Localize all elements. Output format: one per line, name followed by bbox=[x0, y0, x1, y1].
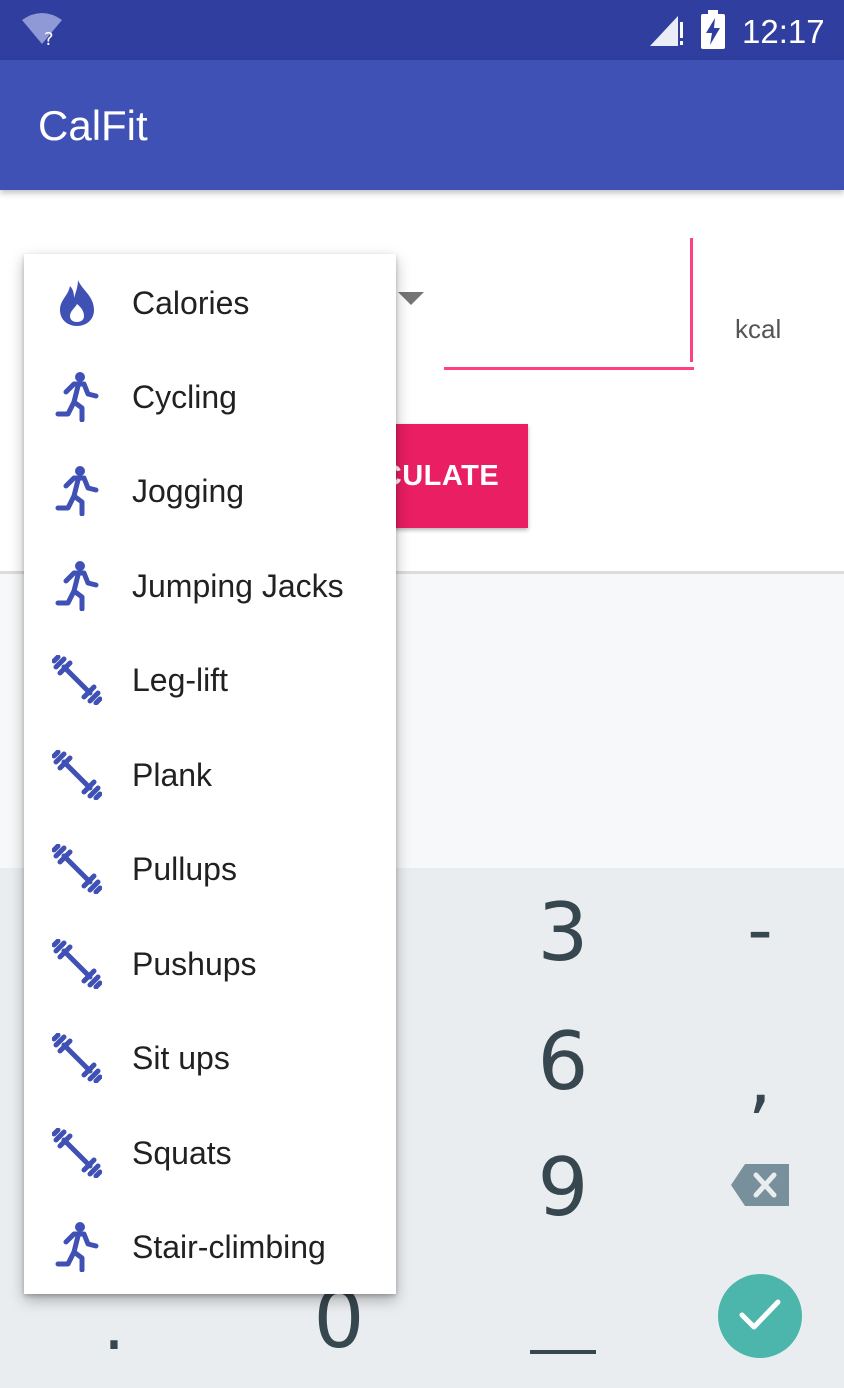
flame-icon bbox=[52, 278, 102, 328]
run-icon bbox=[52, 561, 102, 612]
app-title: CalFit bbox=[38, 102, 148, 149]
dropdown-item-plank[interactable]: Plank bbox=[24, 728, 396, 822]
dumbbell-icon bbox=[51, 1127, 103, 1179]
signal-icon bbox=[648, 14, 684, 53]
battery-charging-icon bbox=[700, 10, 726, 55]
status-time: 12:17 bbox=[742, 13, 825, 50]
dropdown-item-calories[interactable]: Calories bbox=[24, 256, 396, 350]
dropdown-item-label: Pullups bbox=[132, 851, 237, 887]
dumbbell-icon bbox=[51, 843, 103, 895]
calorie-input-underline[interactable] bbox=[444, 367, 694, 370]
dropdown-item-label: Jumping Jacks bbox=[132, 568, 344, 604]
dumbbell-icon bbox=[51, 749, 103, 801]
key-dot[interactable]: . bbox=[86, 1290, 142, 1360]
run-icon bbox=[52, 1222, 102, 1273]
wifi-unknown-icon: ? bbox=[22, 12, 62, 51]
dropdown-item-label: Leg-lift bbox=[132, 662, 229, 698]
dropdown-item-pullups[interactable]: Pullups bbox=[24, 822, 396, 916]
key-6[interactable]: 6 bbox=[520, 1022, 606, 1102]
unit-label: kcal bbox=[735, 314, 782, 344]
dropdown-item-cycling[interactable]: Cycling bbox=[24, 350, 396, 444]
dropdown-item-label: Pushups bbox=[132, 946, 257, 982]
dropdown-item-leg-lift[interactable]: Leg-lift bbox=[24, 633, 396, 727]
dropdown-item-label: Cycling bbox=[132, 379, 237, 415]
dropdown-item-label: Calories bbox=[132, 285, 250, 321]
dropdown-item-jogging[interactable]: Jogging bbox=[24, 444, 396, 538]
dumbbell-icon bbox=[51, 1032, 103, 1084]
dropdown-item-label: Stair-climbing bbox=[132, 1229, 326, 1265]
app-bar: CalFit bbox=[0, 60, 844, 190]
run-icon bbox=[52, 466, 102, 517]
dumbbell-icon bbox=[51, 654, 103, 706]
key-3[interactable]: 3 bbox=[520, 893, 606, 973]
key-comma[interactable]: , bbox=[728, 1040, 792, 1116]
dumbbell-icon bbox=[51, 938, 103, 990]
status-bar: ? 12:17 bbox=[0, 0, 844, 60]
dropdown-item-jumping-jacks[interactable]: Jumping Jacks bbox=[24, 539, 396, 633]
dropdown-item-label: Plank bbox=[132, 757, 213, 793]
spinner-dropdown-arrow-icon[interactable] bbox=[398, 292, 424, 311]
backspace-icon[interactable] bbox=[731, 1164, 789, 1211]
dropdown-item-sit-ups[interactable]: Sit ups bbox=[24, 1011, 396, 1105]
dropdown-item-squats[interactable]: Squats bbox=[24, 1106, 396, 1200]
key-9[interactable]: 9 bbox=[520, 1148, 606, 1228]
dropdown-item-label: Sit ups bbox=[132, 1040, 230, 1076]
dropdown-item-label: Jogging bbox=[132, 473, 245, 509]
dropdown-item-label: Squats bbox=[132, 1135, 232, 1171]
checkmark-icon bbox=[738, 1296, 782, 1337]
text-cursor bbox=[690, 238, 693, 362]
run-icon bbox=[52, 372, 102, 423]
dropdown-item-pushups[interactable]: Pushups bbox=[24, 917, 396, 1011]
key-space[interactable] bbox=[530, 1350, 596, 1354]
activity-dropdown-menu: Calories Cycling Jogging Jumping Jacks L… bbox=[24, 254, 396, 1294]
dropdown-item-stair-climbing[interactable]: Stair-climbing bbox=[24, 1200, 396, 1294]
svg-text:?: ? bbox=[44, 29, 54, 46]
key-minus[interactable]: - bbox=[728, 895, 792, 965]
done-button[interactable] bbox=[718, 1274, 802, 1358]
